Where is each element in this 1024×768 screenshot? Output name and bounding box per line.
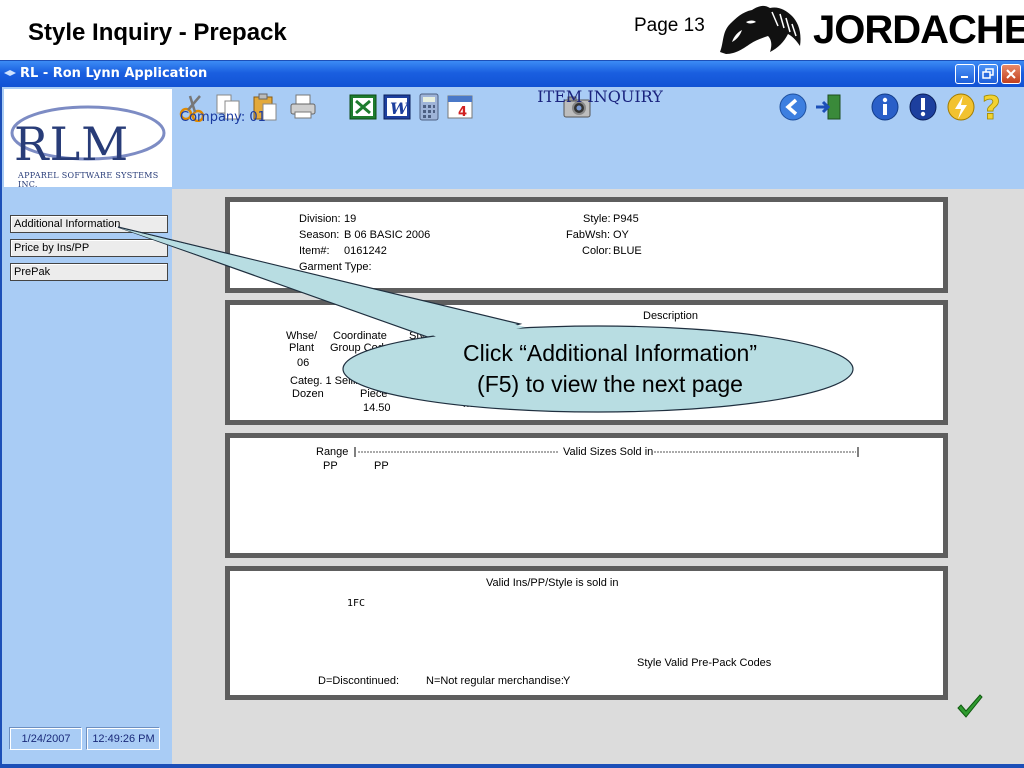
piece-value: 14.50 xyxy=(363,402,391,414)
title-bar: RL - Ron Lynn Application xyxy=(0,61,1024,87)
group-code-label: Group Code xyxy=(330,342,390,354)
calendar-icon[interactable]: 4 xyxy=(445,92,475,122)
exit-door-icon[interactable] xyxy=(814,92,844,122)
brand-text: JORDACHE xyxy=(813,8,1024,52)
non-regular-label: N=Not regular merchandise: xyxy=(426,675,564,687)
whse-label: Whse/ xyxy=(286,330,318,342)
logo-text: RLM xyxy=(14,117,130,171)
style-label: Style: xyxy=(583,213,611,225)
garment-type-label: Garment Type: xyxy=(299,261,372,273)
logo-subtitle: APPAREL SOFTWARE SYSTEMS INC. xyxy=(18,171,159,189)
close-button[interactable] xyxy=(1001,64,1021,84)
company-label: Company: 01 xyxy=(180,110,266,125)
range-label: Range xyxy=(316,446,349,458)
valid-ins-heading: Valid Ins/PP/Style is sold in xyxy=(486,577,619,589)
fabwsh-value: OY xyxy=(613,229,629,241)
pp-column-1: PP xyxy=(323,460,338,472)
confirm-check-icon[interactable] xyxy=(956,694,984,720)
brand-logo: JORDACHE® xyxy=(813,8,1024,53)
division-value: 19 xyxy=(344,213,357,225)
svg-text:W: W xyxy=(390,99,410,118)
left-sidebar: RLM APPAREL SOFTWARE SYSTEMS INC. xyxy=(0,87,174,768)
item-number-value: 0161242 xyxy=(344,245,387,257)
additional-information-button[interactable]: Additional Information xyxy=(10,215,168,233)
callout-text: Click “Additional Information” (F5) to v… xyxy=(420,338,800,400)
app-icon xyxy=(4,70,16,76)
minimize-icon xyxy=(961,76,968,78)
alert-icon[interactable] xyxy=(908,92,938,122)
ins-code: 1FC xyxy=(347,598,366,609)
description-label: Description xyxy=(643,310,699,322)
page-number: Page 13 xyxy=(634,15,705,36)
piece-label: Piece xyxy=(360,388,388,400)
svg-text:4: 4 xyxy=(458,105,467,120)
callout-line-2: (F5) to view the next page xyxy=(477,371,743,397)
callout-line-1: Click “Additional Information” xyxy=(462,340,757,366)
valid-sizes-label: Valid Sizes Sold in xyxy=(563,446,654,458)
word-icon[interactable]: W xyxy=(382,92,412,122)
slide-title: Style Inquiry - Prepack xyxy=(28,19,287,46)
help-icon[interactable]: ? xyxy=(980,90,1006,124)
restore-button[interactable] xyxy=(978,64,998,84)
dozen-label: Dozen xyxy=(292,388,324,400)
bottom-border xyxy=(0,764,1024,768)
season-label: Season: xyxy=(299,229,340,241)
fabwsh-label: FabWsh: xyxy=(566,229,611,241)
status-time: 12:49:26 PM xyxy=(87,728,160,750)
plant-value: 06 xyxy=(297,357,310,369)
back-arrow-icon[interactable] xyxy=(778,92,808,122)
plant-label: Plant xyxy=(289,342,315,354)
screen-title: ITEM INQUIRY xyxy=(537,87,663,106)
minimize-button[interactable] xyxy=(955,64,975,84)
season-value: B 06 BASIC 2006 xyxy=(344,229,431,241)
categ-selling-label: Categ. 1 Selling pri xyxy=(290,375,383,387)
print-icon[interactable] xyxy=(288,92,318,122)
horse-logo-icon xyxy=(720,5,801,54)
non-regular-value: Y xyxy=(563,675,571,687)
status-date: 1/24/2007 xyxy=(10,728,82,750)
prepack-codes-label: Style Valid Pre-Pack Codes xyxy=(637,657,772,669)
color-value: BLUE xyxy=(613,245,642,257)
group-code-value: BA xyxy=(353,357,368,369)
calculator-icon[interactable] xyxy=(414,92,444,122)
discontinued-label: D=Discontinued: xyxy=(318,675,400,687)
coordinate-label: Coordinate xyxy=(333,330,387,342)
info-icon[interactable] xyxy=(870,92,900,122)
restore-icon xyxy=(982,68,994,79)
svg-text:?: ? xyxy=(982,90,1001,124)
close-icon xyxy=(1006,69,1016,79)
pp-column-2: PP xyxy=(374,460,389,472)
lightning-icon[interactable] xyxy=(946,92,976,122)
rlm-logo: RLM APPAREL SOFTWARE SYSTEMS INC. xyxy=(4,89,174,189)
excel-icon[interactable] xyxy=(348,92,378,122)
price-by-ins-pp-button[interactable]: Price by Ins/PP xyxy=(10,239,168,257)
color-label: Color: xyxy=(582,245,612,257)
item-number-label: Item#: xyxy=(299,245,330,257)
window-title: RL - Ron Lynn Application xyxy=(20,66,208,81)
prepak-button[interactable]: PrePak xyxy=(10,263,168,281)
style-value: P945 xyxy=(613,213,639,225)
division-label: Division: xyxy=(299,213,341,225)
